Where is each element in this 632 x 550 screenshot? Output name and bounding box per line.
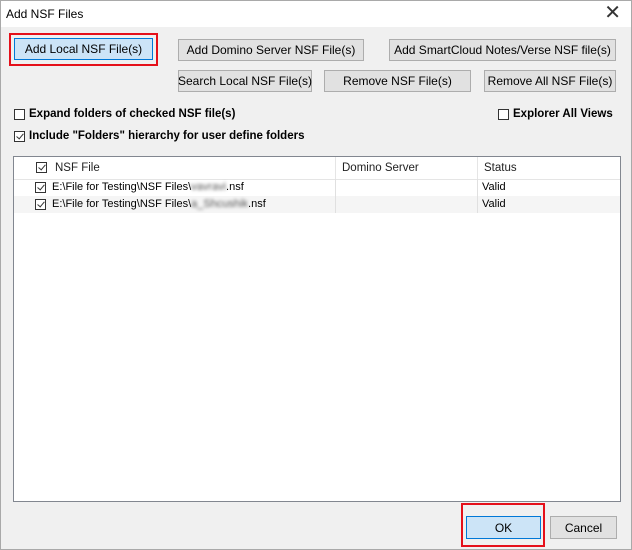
expand-folders-checkbox[interactable]: Expand folders of checked NSF file(s) (14, 108, 235, 120)
nsf-file-cell: E:\File for Testing\NSF Files\vavravi.ns… (48, 179, 336, 196)
add-domino-server-button[interactable]: Add Domino Server NSF File(s) (178, 39, 364, 61)
title-bar: Add NSF Files ✕ (1, 1, 631, 27)
search-local-nsf-button[interactable]: Search Local NSF File(s) (178, 70, 312, 92)
include-folders-label: Include "Folders" hierarchy for user def… (29, 130, 305, 142)
domino-server-cell (336, 179, 478, 196)
list-header: NSF File Domino Server Status (14, 157, 620, 180)
explorer-all-views-label: Explorer All Views (513, 108, 613, 120)
nsf-file-list[interactable]: NSF File Domino Server Status E:\File fo… (13, 156, 621, 502)
status-cell: Valid (482, 198, 506, 210)
remove-all-nsf-button[interactable]: Remove All NSF File(s) (484, 70, 616, 92)
add-local-nsf-button[interactable]: Add Local NSF File(s) (14, 38, 153, 60)
close-icon[interactable]: ✕ (604, 3, 621, 23)
include-folders-checkbox[interactable]: Include "Folders" hierarchy for user def… (14, 130, 304, 142)
nsf-file-cell: E:\File for Testing\NSF Files\a_Shcushik… (48, 196, 336, 213)
row-checkbox[interactable] (35, 199, 46, 210)
domino-server-cell (336, 196, 478, 213)
table-row[interactable]: E:\File for Testing\NSF Files\vavravi.ns… (14, 179, 620, 196)
table-row[interactable]: E:\File for Testing\NSF Files\a_Shcushik… (14, 196, 620, 213)
row-checkbox[interactable] (35, 182, 46, 193)
status-cell: Valid (482, 181, 506, 193)
ok-button[interactable]: OK (466, 516, 541, 539)
column-domino-server[interactable]: Domino Server (336, 157, 478, 179)
expand-folders-label: Expand folders of checked NSF file(s) (29, 108, 236, 120)
explorer-all-views-checkbox[interactable]: Explorer All Views (498, 108, 613, 120)
add-smartcloud-button[interactable]: Add SmartCloud Notes/Verse NSF file(s) (389, 39, 616, 61)
add-nsf-files-dialog: Add NSF Files ✕ Add Local NSF File(s) Ad… (0, 0, 632, 550)
dialog-title: Add NSF Files (6, 7, 84, 21)
column-status[interactable]: Status (478, 157, 620, 179)
select-all-checkbox[interactable] (36, 162, 47, 173)
expand-folders-box[interactable] (14, 108, 25, 120)
explorer-all-views-box[interactable] (498, 108, 509, 120)
remove-nsf-button[interactable]: Remove NSF File(s) (324, 70, 471, 92)
cancel-button[interactable]: Cancel (550, 516, 617, 539)
include-folders-box[interactable] (14, 130, 25, 142)
column-nsf-file[interactable]: NSF File (14, 157, 336, 179)
